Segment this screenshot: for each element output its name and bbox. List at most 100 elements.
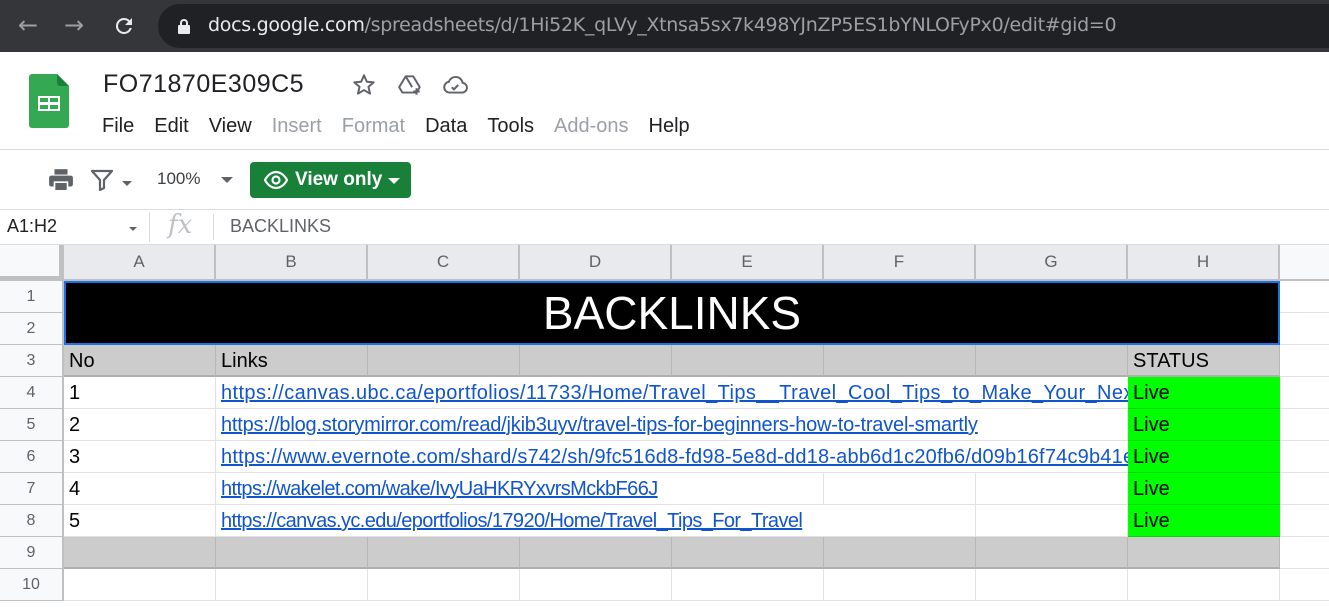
column-header-h[interactable]: H bbox=[1128, 245, 1280, 281]
menu-add-ons[interactable]: Add-ons bbox=[554, 113, 629, 139]
header-cell-links[interactable]: Links bbox=[216, 345, 368, 377]
cell-empty[interactable] bbox=[1280, 345, 1329, 377]
print-icon[interactable] bbox=[48, 168, 74, 192]
cell-empty[interactable] bbox=[824, 473, 976, 505]
filter-dropdown-icon[interactable] bbox=[122, 181, 132, 186]
row-9-cell[interactable] bbox=[520, 537, 672, 569]
row-9-cell[interactable] bbox=[64, 537, 216, 569]
cell-status[interactable]: Live bbox=[1128, 473, 1280, 505]
cell-link[interactable]: https://canvas.ubc.ca/eportfolios/11733/… bbox=[216, 377, 1128, 409]
backlink-url[interactable]: https://wakelet.com/wake/IvyUaHKRYxvrsMc… bbox=[221, 478, 658, 500]
address-bar[interactable]: docs.google.com/spreadsheets/d/1Hi52K_qL… bbox=[158, 4, 1329, 48]
row-header-10[interactable]: 10 bbox=[0, 569, 64, 601]
cell-status[interactable]: Live bbox=[1128, 505, 1280, 537]
backlinks-title-cell[interactable]: BACKLINKS bbox=[64, 281, 1280, 345]
cell-empty[interactable] bbox=[1280, 281, 1329, 313]
row-9-cell[interactable] bbox=[368, 537, 520, 569]
cell-status[interactable]: Live bbox=[1128, 377, 1280, 409]
row-header-2[interactable]: 2 bbox=[0, 313, 64, 345]
cell-link[interactable]: https://canvas.yc.edu/eportfolios/17920/… bbox=[216, 505, 976, 537]
cell-empty[interactable] bbox=[520, 569, 672, 601]
cell-status[interactable]: Live bbox=[1128, 441, 1280, 473]
cell-empty[interactable] bbox=[824, 569, 976, 601]
row-9-cell[interactable] bbox=[976, 537, 1128, 569]
row-header-9[interactable]: 9 bbox=[0, 537, 64, 569]
cell-status[interactable]: Live bbox=[1128, 409, 1280, 441]
header-cell-status[interactable]: STATUS bbox=[1128, 345, 1280, 377]
backlink-url[interactable]: https://canvas.ubc.ca/eportfolios/11733/… bbox=[221, 382, 1128, 404]
row-header-1[interactable]: 1 bbox=[0, 281, 64, 313]
cell-no[interactable]: 3 bbox=[64, 441, 216, 473]
row-header-6[interactable]: 6 bbox=[0, 441, 64, 473]
document-title[interactable]: FO71870E309C5 bbox=[103, 70, 304, 99]
formula-input[interactable]: BACKLINKS bbox=[230, 216, 331, 237]
cell-empty[interactable] bbox=[1280, 377, 1329, 409]
cell-empty[interactable] bbox=[1280, 569, 1329, 601]
cloud-saved-icon[interactable] bbox=[442, 72, 468, 98]
add-to-drive-icon[interactable] bbox=[397, 72, 423, 98]
filter-icon[interactable] bbox=[90, 169, 114, 191]
cell-empty[interactable] bbox=[672, 569, 824, 601]
menu-edit[interactable]: Edit bbox=[154, 113, 188, 139]
forward-arrow-icon[interactable]: → bbox=[58, 10, 90, 42]
column-header-g[interactable]: G bbox=[976, 245, 1128, 281]
header-cell-c[interactable] bbox=[368, 345, 520, 377]
row-header-3[interactable]: 3 bbox=[0, 345, 64, 377]
menu-tools[interactable]: Tools bbox=[487, 113, 534, 139]
select-all-corner[interactable] bbox=[0, 245, 64, 281]
cell-empty[interactable] bbox=[1128, 569, 1280, 601]
column-header-e[interactable]: E bbox=[672, 245, 824, 281]
row-9-cell[interactable] bbox=[216, 537, 368, 569]
cell-empty[interactable] bbox=[976, 569, 1128, 601]
header-cell-e[interactable] bbox=[672, 345, 824, 377]
cell-no[interactable]: 1 bbox=[64, 377, 216, 409]
cell-no[interactable]: 2 bbox=[64, 409, 216, 441]
cell-link[interactable]: https://www.evernote.com/shard/s742/sh/9… bbox=[216, 441, 1128, 473]
backlink-url[interactable]: https://blog.storymirror.com/read/jkib3u… bbox=[221, 414, 978, 436]
header-cell-no[interactable]: No bbox=[64, 345, 216, 377]
cell-link[interactable]: https://blog.storymirror.com/read/jkib3u… bbox=[216, 409, 1128, 441]
cell-empty[interactable] bbox=[64, 569, 216, 601]
back-arrow-icon[interactable]: ← bbox=[12, 10, 44, 42]
cell-empty[interactable] bbox=[1280, 537, 1329, 569]
cell-empty[interactable] bbox=[1280, 473, 1329, 505]
zoom-dropdown-icon[interactable] bbox=[221, 177, 233, 183]
header-cell-f[interactable] bbox=[824, 345, 976, 377]
row-header-8[interactable]: 8 bbox=[0, 505, 64, 537]
column-header-b[interactable]: B bbox=[216, 245, 368, 281]
star-icon[interactable] bbox=[351, 72, 377, 98]
row-header-5[interactable]: 5 bbox=[0, 409, 64, 441]
name-box-dropdown-icon[interactable] bbox=[129, 227, 137, 231]
cell-no[interactable]: 5 bbox=[64, 505, 216, 537]
menu-file[interactable]: File bbox=[102, 113, 134, 139]
row-9-cell[interactable] bbox=[824, 537, 976, 569]
menu-view[interactable]: View bbox=[209, 113, 252, 139]
column-header-c[interactable]: C bbox=[368, 245, 520, 281]
cell-empty[interactable] bbox=[1280, 313, 1329, 345]
cell-empty[interactable] bbox=[976, 473, 1128, 505]
menu-help[interactable]: Help bbox=[649, 113, 690, 139]
menu-format[interactable]: Format bbox=[342, 113, 405, 139]
column-header-a[interactable]: A bbox=[64, 245, 216, 281]
menu-insert[interactable]: Insert bbox=[272, 113, 322, 139]
reload-icon[interactable] bbox=[108, 10, 140, 42]
name-box[interactable]: A1:H2 bbox=[7, 216, 57, 237]
zoom-select[interactable]: 100% bbox=[157, 169, 200, 189]
cell-empty[interactable] bbox=[368, 569, 520, 601]
row-header-7[interactable]: 7 bbox=[0, 473, 64, 505]
column-header-d[interactable]: D bbox=[520, 245, 672, 281]
cell-empty[interactable] bbox=[1280, 409, 1329, 441]
row-header-4[interactable]: 4 bbox=[0, 377, 64, 409]
cell-empty[interactable] bbox=[976, 505, 1128, 537]
backlink-url[interactable]: https://canvas.yc.edu/eportfolios/17920/… bbox=[221, 510, 803, 532]
cell-empty[interactable] bbox=[216, 569, 368, 601]
cell-link[interactable]: https://wakelet.com/wake/IvyUaHKRYxvrsMc… bbox=[216, 473, 824, 505]
view-only-button[interactable]: View only bbox=[250, 162, 411, 198]
header-cell-g[interactable] bbox=[976, 345, 1128, 377]
menu-data[interactable]: Data bbox=[425, 113, 467, 139]
cell-no[interactable]: 4 bbox=[64, 473, 216, 505]
row-9-cell[interactable] bbox=[672, 537, 824, 569]
header-cell-d[interactable] bbox=[520, 345, 672, 377]
column-header-f[interactable]: F bbox=[824, 245, 976, 281]
cell-empty[interactable] bbox=[1280, 505, 1329, 537]
